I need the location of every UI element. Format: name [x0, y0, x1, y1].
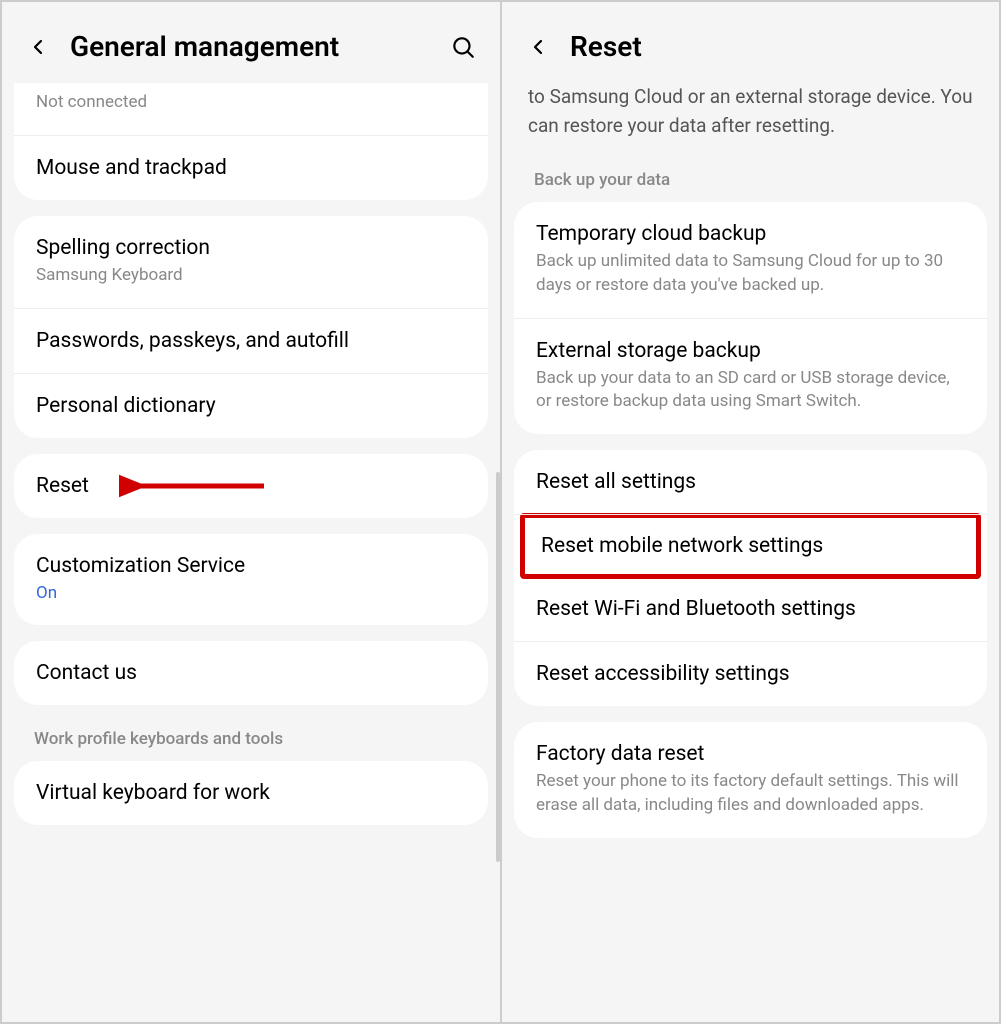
list-item-title: Reset accessibility settings [536, 662, 965, 686]
list-item-title: Reset all settings [536, 470, 965, 494]
list-item-title: Reset [36, 474, 466, 498]
section-header: Work profile keyboards and tools [2, 721, 500, 761]
list-item-physical-keyboard[interactable]: Not connected [14, 83, 488, 136]
list-item-factory-data-reset[interactable]: Factory data reset Reset your phone to i… [514, 722, 987, 838]
list-item-customization-service[interactable]: Customization Service On [14, 534, 488, 626]
settings-card: Contact us [14, 641, 488, 705]
list-item-mouse-trackpad[interactable]: Mouse and trackpad [14, 136, 488, 200]
list-item-title: External storage backup [536, 339, 965, 363]
back-icon[interactable] [26, 35, 50, 59]
settings-card: Not connected Mouse and trackpad [14, 83, 488, 200]
factory-reset-card: Factory data reset Reset your phone to i… [514, 722, 987, 838]
back-icon[interactable] [526, 35, 550, 59]
highlight-annotation: Reset mobile network settings [520, 513, 981, 579]
reset-card: Reset all settings Reset mobile network … [514, 450, 987, 706]
list-item-subtitle: On [36, 582, 466, 606]
list-item-subtitle: Not connected [36, 91, 466, 115]
list-item-title: Passwords, passkeys, and autofill [36, 329, 466, 353]
list-item-title: Temporary cloud backup [536, 222, 965, 246]
settings-card: Reset [14, 454, 488, 518]
section-header: Back up your data [502, 162, 999, 202]
list-item-spelling-correction[interactable]: Spelling correction Samsung Keyboard [14, 216, 488, 309]
list-item-temporary-cloud-backup[interactable]: Temporary cloud backup Back up unlimited… [514, 202, 987, 319]
list-item-reset-mobile-network[interactable]: Reset mobile network settings [525, 518, 976, 574]
backup-card: Temporary cloud backup Back up unlimited… [514, 202, 987, 434]
list-item-title: Spelling correction [36, 236, 466, 260]
list-item-subtitle: Back up unlimited data to Samsung Cloud … [536, 250, 965, 298]
list-item-title: Personal dictionary [36, 394, 466, 418]
intro-text: to Samsung Cloud or an external storage … [502, 83, 999, 162]
settings-card: Customization Service On [14, 534, 488, 626]
list-item-reset-accessibility[interactable]: Reset accessibility settings [514, 642, 987, 706]
list-item-subtitle: Reset your phone to its factory default … [536, 770, 965, 818]
list-item-title: Virtual keyboard for work [36, 781, 466, 805]
list-item-title: Customization Service [36, 554, 466, 578]
list-item-external-storage-backup[interactable]: External storage backup Back up your dat… [514, 319, 987, 435]
list-item-personal-dictionary[interactable]: Personal dictionary [14, 374, 488, 438]
list-item-reset[interactable]: Reset [14, 454, 488, 518]
list-item-contact-us[interactable]: Contact us [14, 641, 488, 705]
page-title: General management [70, 30, 450, 63]
list-item-reset-all-settings[interactable]: Reset all settings [514, 450, 987, 515]
header: Reset [502, 2, 999, 83]
page-title: Reset [570, 30, 975, 63]
list-item-title: Factory data reset [536, 742, 965, 766]
list-item-subtitle: Back up your data to an SD card or USB s… [536, 367, 965, 415]
general-management-screen: General management Not connected Mouse a… [2, 2, 502, 1022]
settings-card: Virtual keyboard for work [14, 761, 488, 825]
search-icon[interactable] [450, 34, 476, 60]
scrollbar[interactable] [496, 472, 500, 862]
list-item-reset-wifi-bluetooth[interactable]: Reset Wi-Fi and Bluetooth settings [514, 577, 987, 642]
list-item-title: Contact us [36, 661, 466, 685]
list-item-title: Reset mobile network settings [541, 534, 960, 558]
list-item-subtitle: Samsung Keyboard [36, 264, 466, 288]
list-item-title: Reset Wi-Fi and Bluetooth settings [536, 597, 965, 621]
list-item-virtual-keyboard-work[interactable]: Virtual keyboard for work [14, 761, 488, 825]
reset-screen: Reset to Samsung Cloud or an external st… [502, 2, 999, 1022]
settings-card: Spelling correction Samsung Keyboard Pas… [14, 216, 488, 438]
list-item-passwords-autofill[interactable]: Passwords, passkeys, and autofill [14, 309, 488, 374]
header: General management [2, 2, 500, 83]
list-item-title: Mouse and trackpad [36, 156, 466, 180]
